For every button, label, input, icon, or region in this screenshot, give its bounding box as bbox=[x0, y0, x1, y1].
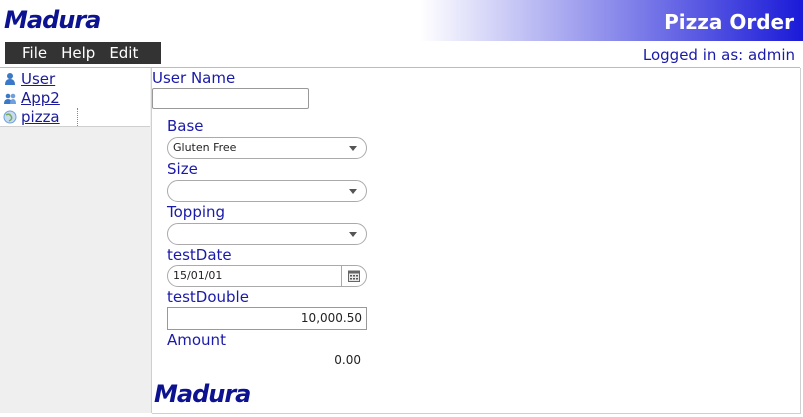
madura-logo: Madura bbox=[4, 6, 101, 34]
tree-item-label[interactable]: User bbox=[21, 70, 55, 88]
tree-item-pizza[interactable]: pizza bbox=[3, 107, 60, 126]
tree-item-label[interactable]: App2 bbox=[21, 89, 60, 107]
amount-label: Amount bbox=[167, 331, 226, 349]
test-date-input[interactable]: 15/01/01 bbox=[168, 266, 342, 286]
users-icon bbox=[4, 93, 16, 104]
tree-item-label[interactable]: pizza bbox=[21, 108, 60, 126]
base-select[interactable]: Gluten Free bbox=[167, 137, 367, 159]
base-label: Base bbox=[167, 117, 204, 135]
amount-value: 0.00 bbox=[334, 353, 361, 367]
madura-footer-logo: Madura bbox=[154, 380, 251, 408]
user-name-label: User Name bbox=[152, 69, 236, 87]
tree-item-app2[interactable]: App2 bbox=[3, 88, 60, 107]
sidebar: User App2 pizza bbox=[0, 68, 152, 413]
page-title: Pizza Order bbox=[664, 10, 794, 34]
menu-help[interactable]: Help bbox=[61, 44, 95, 62]
chevron-down-icon bbox=[349, 232, 357, 237]
chevron-down-icon bbox=[349, 146, 357, 151]
topping-select[interactable] bbox=[167, 223, 367, 245]
app-header: Madura Pizza Order bbox=[0, 0, 803, 41]
navigation-tree: User App2 pizza bbox=[0, 68, 150, 127]
test-double-label: testDouble bbox=[167, 288, 249, 306]
logged-in-status: Logged in as: admin bbox=[642, 46, 795, 64]
size-select[interactable] bbox=[167, 180, 367, 202]
topping-label: Topping bbox=[167, 203, 226, 221]
user-name-input[interactable] bbox=[152, 88, 309, 109]
menu-file[interactable]: File bbox=[22, 44, 47, 62]
globe-icon bbox=[3, 110, 17, 123]
tree-selection-marker bbox=[77, 108, 78, 126]
test-date-field[interactable]: 15/01/01 bbox=[167, 265, 367, 287]
tree-item-user[interactable]: User bbox=[3, 69, 55, 88]
chevron-down-icon bbox=[349, 189, 357, 194]
pizza-order-form: User Name Base Gluten Free Size Topping … bbox=[152, 68, 801, 414]
size-label: Size bbox=[167, 160, 198, 178]
calendar-icon[interactable] bbox=[348, 270, 360, 282]
user-icon bbox=[5, 72, 15, 85]
base-select-value: Gluten Free bbox=[173, 141, 237, 154]
menu-bar: File Help Edit bbox=[5, 42, 161, 64]
menu-edit[interactable]: Edit bbox=[109, 44, 138, 62]
test-date-label: testDate bbox=[167, 246, 232, 264]
test-double-input[interactable]: 10,000.50 bbox=[167, 307, 367, 330]
